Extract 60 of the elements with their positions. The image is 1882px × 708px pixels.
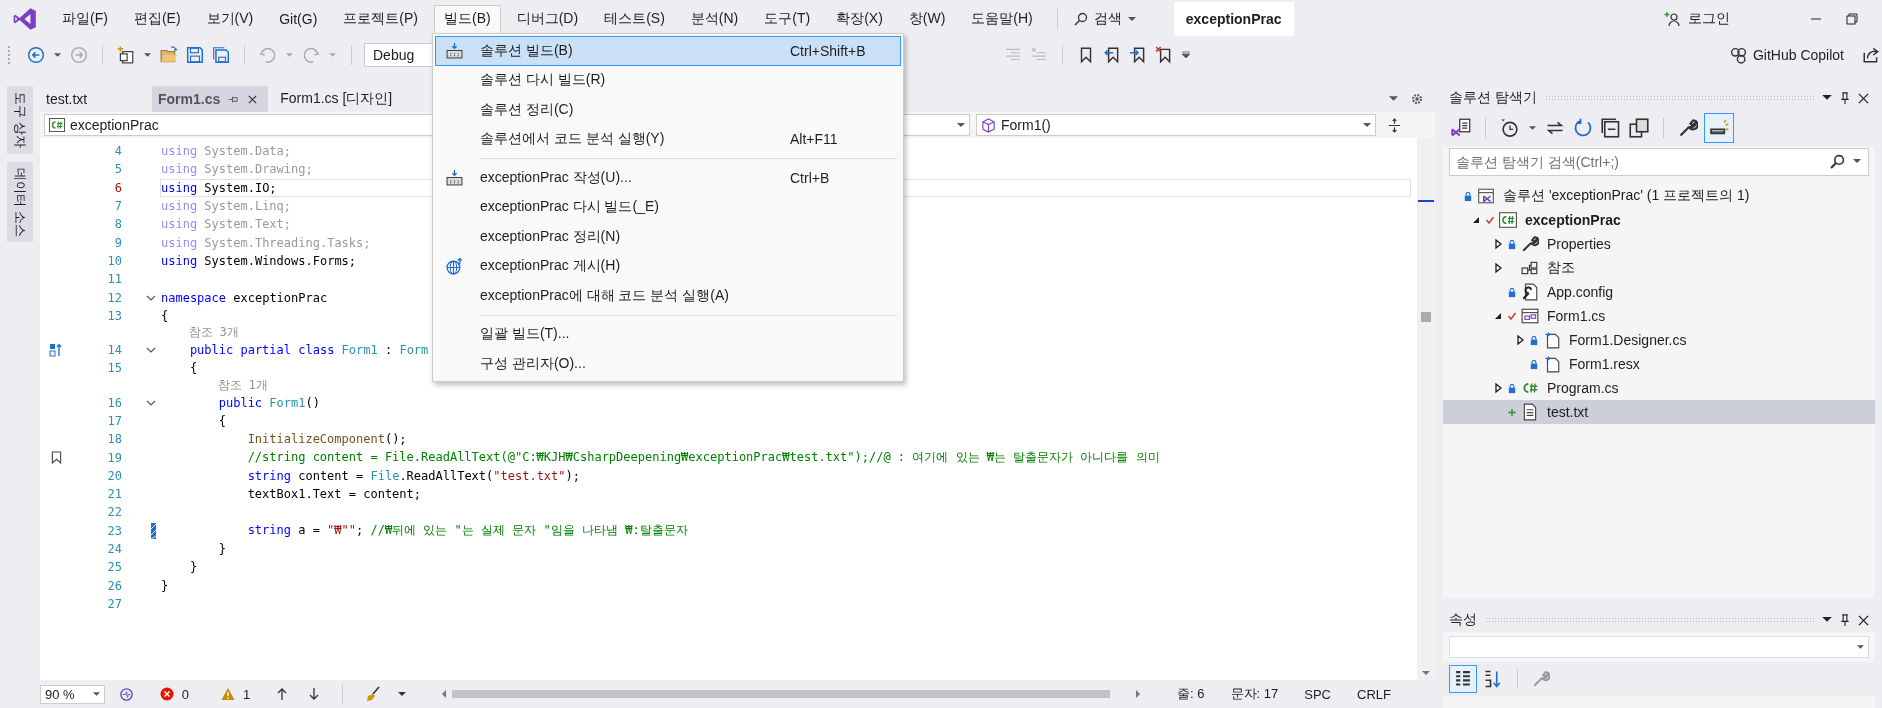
panel-title: 솔루션 탐색기	[1449, 89, 1537, 107]
code-line: }	[161, 578, 169, 593]
line-number: 14	[106, 343, 122, 358]
copilot-label: GitHub Copilot	[1752, 47, 1844, 63]
panel-title: 속성	[1449, 611, 1477, 629]
code-line: {	[189, 361, 198, 376]
code-line: string content = File.ReadAllText("test.txt");	[247, 468, 580, 483]
code-line: using System.IO;	[161, 180, 277, 195]
line-ending-indicator: CRLF	[1357, 686, 1391, 702]
line-number: 5	[113, 162, 122, 177]
line-number: 7	[113, 199, 122, 214]
code-line: InitializeComponent();	[247, 432, 407, 447]
line-number: 21	[106, 487, 122, 502]
line-number: 13	[106, 308, 122, 323]
search-label: 검색	[1093, 10, 1122, 28]
code-line: {	[161, 308, 169, 323]
code-line: using System.Drawing;	[161, 162, 313, 177]
line-number: 10	[106, 253, 122, 268]
line-number: 9	[113, 235, 122, 250]
member-name: Form1()	[1001, 117, 1052, 133]
line-number: 12	[106, 290, 122, 305]
line-number: 27	[106, 596, 122, 611]
line-indicator: 줄: 6	[1177, 685, 1205, 703]
line-number: 4	[113, 144, 122, 159]
tab-label: test.txt	[46, 91, 88, 107]
tab-label: Form1.cs	[158, 91, 221, 107]
code-line: {	[218, 414, 226, 428]
code-line: public Form1()	[218, 395, 320, 410]
code-line: using System.Text;	[161, 217, 292, 232]
code-line: using System.Data;	[161, 144, 292, 159]
login-label: 로그인	[1688, 10, 1730, 28]
line-number: 16	[106, 395, 122, 410]
line-number: 20	[106, 468, 122, 483]
code-line: using System.Threading.Tasks;	[161, 235, 371, 250]
window-title: exceptionPrac	[1173, 2, 1294, 36]
line-number: 11	[106, 272, 122, 287]
line-number: 6	[113, 180, 122, 195]
line-number: 15	[106, 361, 122, 376]
line-number: 25	[106, 560, 122, 575]
column-indicator: 문자: 17	[1230, 685, 1279, 703]
line-number: 22	[106, 505, 122, 520]
code-line: public partial class Form1 : Form	[189, 343, 429, 358]
code-line: namespace exceptionPrac	[161, 290, 328, 305]
line-number: 19	[106, 450, 122, 465]
project-name: exceptionPrac	[70, 117, 159, 133]
tab-label: Form1.cs [디자인]	[280, 90, 393, 108]
line-number: 23	[106, 523, 122, 538]
code-line: //string content = File.ReadAllText(@"C:₩KJH₩CsharpDeepening₩exceptionPrac₩test.txt");//@ : 여기에 있는 ₩는 탈출문자가 아니다를 의미	[247, 449, 1160, 467]
code-line: }	[218, 542, 226, 557]
line-number: 18	[106, 432, 122, 447]
line-number: 17	[106, 414, 122, 428]
code-line: using System.Linq;	[161, 199, 292, 214]
whitespace-indicator: SPC	[1304, 686, 1331, 702]
line-number: 8	[113, 217, 122, 232]
code-line: textBox1.Text = content;	[247, 487, 421, 502]
line-number: 24	[106, 542, 122, 557]
code-line: string a = "₩""; //₩뒤에 있는 "는 실제 문자 "임을 나타냄 ₩:탈출문자	[247, 522, 688, 540]
code-line: }	[189, 560, 198, 575]
line-number: 26	[106, 578, 122, 593]
code-line: using System.Windows.Forms;	[161, 253, 357, 268]
